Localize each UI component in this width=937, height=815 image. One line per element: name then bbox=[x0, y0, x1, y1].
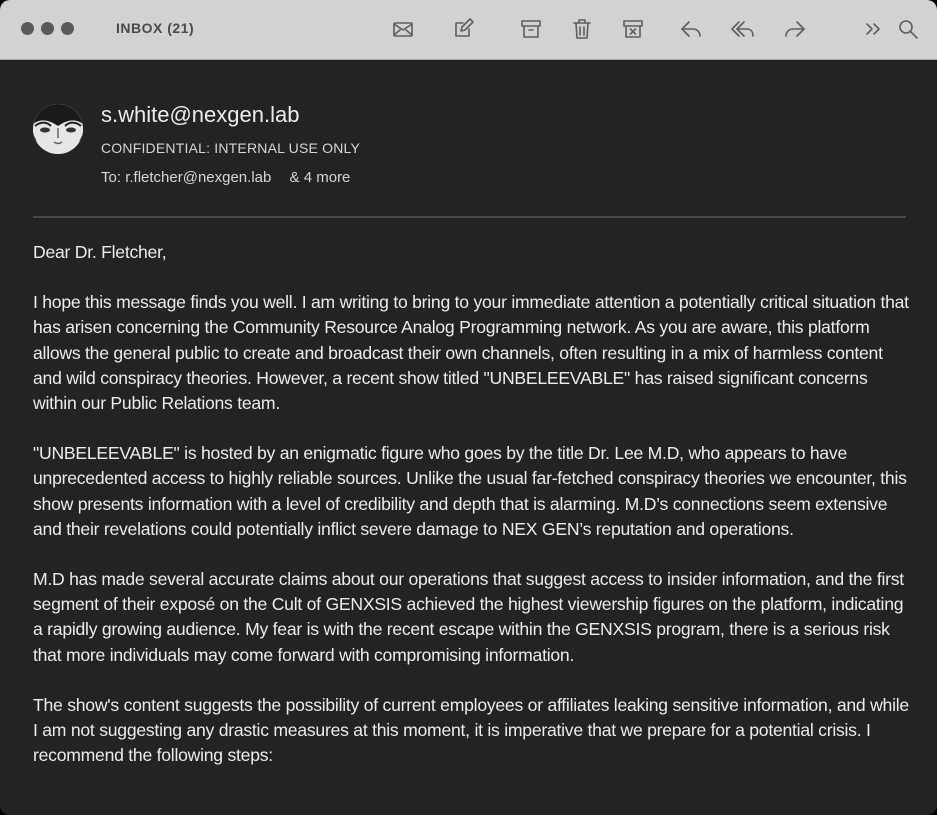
recipients-row: To: r.fletcher@nexgen.lab & 4 more bbox=[101, 169, 350, 186]
body-paragraph: M.D has made several accurate claims abo… bbox=[33, 569, 904, 665]
mailbox-title: INBOX (21) bbox=[116, 20, 195, 36]
header-divider bbox=[33, 216, 906, 218]
compose-icon[interactable] bbox=[450, 16, 476, 42]
trash-icon[interactable] bbox=[569, 16, 595, 42]
recipient-address[interactable]: r.fletcher@nexgen.lab bbox=[125, 169, 271, 186]
body-paragraph: Dear Dr. Fletcher, bbox=[33, 242, 167, 262]
minimize-window-button[interactable] bbox=[41, 22, 54, 35]
more-chevron-icon[interactable] bbox=[860, 16, 886, 42]
message-view: s.white@nexgen.lab CONFIDENTIAL: INTERNA… bbox=[0, 60, 937, 815]
window-controls bbox=[21, 22, 74, 35]
close-window-button[interactable] bbox=[21, 22, 34, 35]
email-subject: CONFIDENTIAL: INTERNAL USE ONLY bbox=[101, 140, 361, 156]
to-label: To: bbox=[101, 169, 122, 186]
junk-icon[interactable] bbox=[620, 16, 646, 42]
body-paragraph: I hope this message finds you well. I am… bbox=[33, 292, 909, 414]
toolbar: INBOX (21) bbox=[0, 0, 937, 60]
archive-icon[interactable] bbox=[518, 16, 544, 42]
body-paragraph: "UNBELEEVABLE" is hosted by an enigmatic… bbox=[33, 443, 907, 539]
forward-icon[interactable] bbox=[782, 16, 808, 42]
more-recipients-link[interactable]: & 4 more bbox=[290, 169, 351, 186]
search-icon[interactable] bbox=[895, 16, 921, 42]
mail-window: INBOX (21) s.white@nexgen.lab CONFIDENTI… bbox=[0, 0, 937, 815]
zoom-window-button[interactable] bbox=[61, 22, 74, 35]
sender-address[interactable]: s.white@nexgen.lab bbox=[101, 102, 299, 128]
reply-all-icon[interactable] bbox=[730, 16, 756, 42]
body-paragraph: The show's content suggests the possibil… bbox=[33, 694, 909, 766]
sender-avatar bbox=[33, 104, 83, 154]
envelope-icon[interactable] bbox=[390, 16, 416, 42]
reply-icon[interactable] bbox=[678, 16, 704, 42]
email-body: Dear Dr. Fletcher, I hope this message f… bbox=[33, 240, 913, 793]
